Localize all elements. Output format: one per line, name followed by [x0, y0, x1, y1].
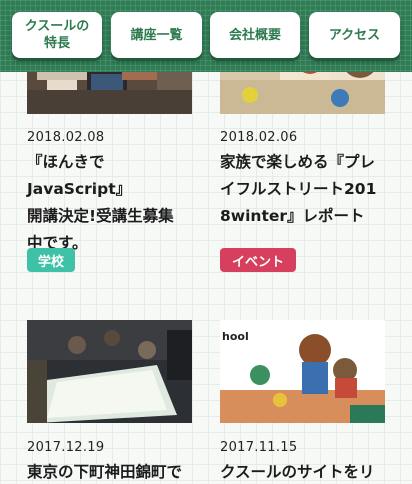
post-date-2: 2018.02.06 [220, 130, 298, 145]
post-title-1[interactable]: 『ほんきでJavaScript』 開講決定!受講生募集 中です。 [27, 149, 197, 257]
post-title-4[interactable]: クスールのサイトをリ [220, 459, 390, 484]
top-nav: クスールの 特長 講座一覧 会社概要 アクセス [0, 0, 412, 72]
tag-event[interactable]: イベント [220, 248, 296, 272]
post-thumbnail-4[interactable]: hool [220, 320, 385, 423]
post-card-4[interactable]: hool 2017.11.15 クスールのサイトをリ [220, 320, 385, 484]
tag-school[interactable]: 学校 [27, 248, 75, 272]
post-thumbnail-3[interactable] [27, 320, 192, 423]
post-date-3: 2017.12.19 [27, 440, 105, 455]
post-title-2[interactable]: 家族で楽しめる『プレ イフルストリート201 8winter』レポート [220, 149, 390, 230]
thumbnail-logo-text: hool [222, 330, 249, 343]
post-date-1: 2018.02.08 [27, 130, 105, 145]
post-title-3[interactable]: 東京の下町神田錦町で [27, 459, 197, 484]
post-date-4: 2017.11.15 [220, 440, 298, 455]
post-card-3[interactable]: 2017.12.19 東京の下町神田錦町で [27, 320, 192, 484]
nav-company-button[interactable]: 会社概要 [210, 12, 300, 58]
nav-features-button[interactable]: クスールの 特長 [12, 12, 102, 58]
nav-courses-button[interactable]: 講座一覧 [111, 12, 202, 58]
nav-access-button[interactable]: アクセス [309, 12, 400, 58]
